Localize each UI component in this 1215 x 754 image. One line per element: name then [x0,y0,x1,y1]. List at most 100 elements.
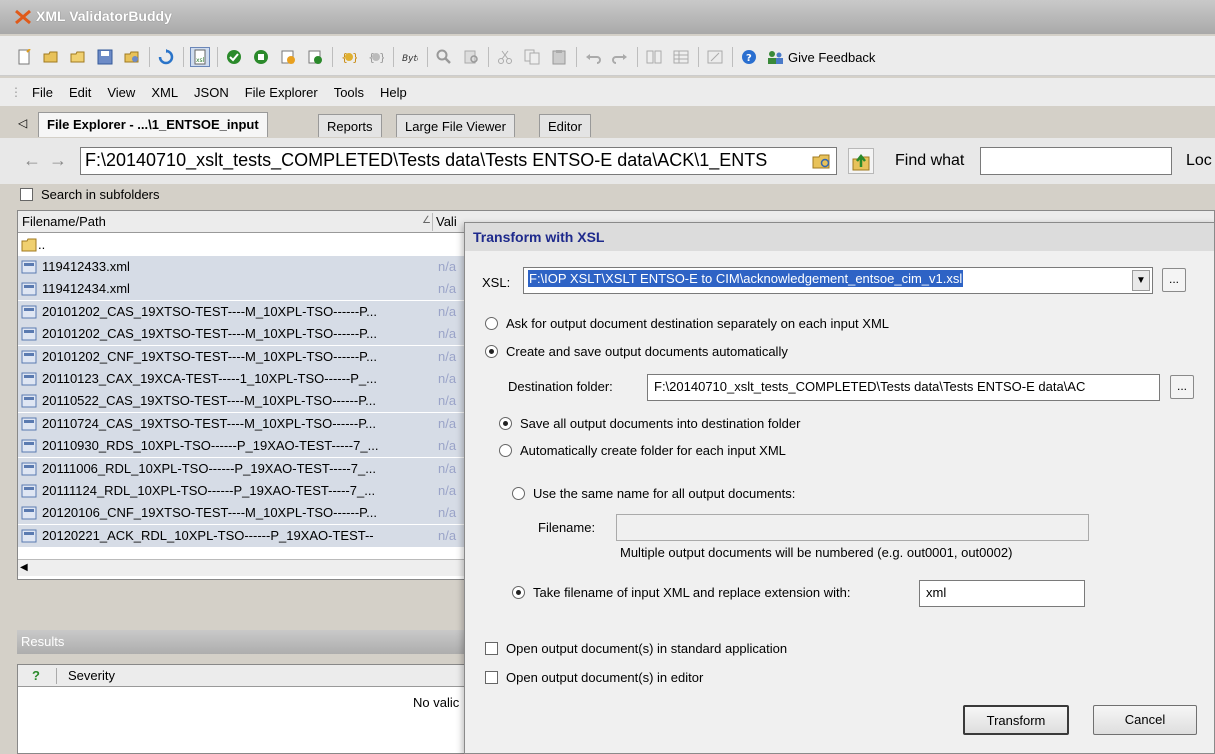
xml-file-icon [21,327,37,341]
open-standard-checkbox[interactable] [485,642,498,655]
table-icon[interactable] [671,47,691,67]
forward-arrow-icon[interactable]: → [48,149,68,173]
file-row[interactable]: 20110724_CAS_19XTSO-TEST----M_10XPL-TSO-… [18,412,468,435]
copy-icon[interactable] [522,47,542,67]
destination-browse-button[interactable]: ... [1170,375,1194,399]
redo-icon[interactable] [610,47,630,67]
menu-view[interactable]: View [107,85,135,100]
xsl-dropdown-arrow-icon[interactable]: ▼ [1132,270,1150,291]
browse-folder-icon[interactable] [811,150,833,172]
back-arrow-icon[interactable]: ← [22,149,42,173]
refresh-icon[interactable] [156,47,176,67]
undo-icon[interactable] [583,47,603,67]
column-separator[interactable] [56,668,57,684]
cancel-button[interactable]: Cancel [1093,705,1197,735]
menu-edit[interactable]: Edit [69,85,91,100]
byte-icon[interactable]: Byte [400,47,420,67]
menu-xml[interactable]: XML [151,85,178,100]
file-row[interactable]: 119412434.xml n/a [18,278,468,301]
parent-folder-row[interactable]: .. [18,234,468,256]
go-up-folder-icon[interactable] [848,148,874,174]
search-subfolders-option[interactable]: Search in subfolders [20,185,160,203]
option-open-editor[interactable]: Open output document(s) in editor [485,670,703,685]
column-separator[interactable] [432,213,433,231]
column-valid[interactable]: Vali [436,214,457,229]
menu-file[interactable]: File [32,85,53,100]
tab-scroll-left-icon[interactable]: ◁ [18,116,27,130]
scroll-left-icon[interactable]: ◀ [20,562,28,573]
search-icon[interactable] [434,47,454,67]
xml-file-icon [21,350,37,364]
transform-button[interactable]: Transform [963,705,1069,735]
paste-icon[interactable] [549,47,569,67]
find-what-input[interactable] [980,147,1172,175]
tab-large-file-viewer[interactable]: Large File Viewer [396,114,515,137]
save-all-icon[interactable] [122,47,142,67]
create-folder-radio[interactable] [499,444,512,457]
wellformed-disabled-icon[interactable]: {} [366,47,386,67]
auto-save-radio[interactable] [485,345,498,358]
search-subfolders-checkbox[interactable] [20,187,33,201]
validate-icon[interactable] [224,47,244,67]
file-row[interactable]: 20110522_CAS_19XTSO-TEST----M_10XPL-TSO-… [18,390,468,413]
option-ask-destination[interactable]: Ask for output document destination sepa… [485,316,889,331]
cut-icon[interactable] [495,47,515,67]
column-filename[interactable]: Filename/Path [22,214,106,229]
xsl-browse-button[interactable]: ... [1162,268,1186,292]
open-folder-icon[interactable] [68,47,88,67]
give-feedback-button[interactable]: Give Feedback [766,49,875,65]
ask-destination-radio[interactable] [485,317,498,330]
extension-input[interactable]: xml [919,580,1085,607]
file-row[interactable]: 20111124_RDL_10XPL-TSO------P_19XAO-TEST… [18,480,468,502]
xsl-transform-icon[interactable]: xsl [190,47,210,67]
validate-batch-icon[interactable] [278,47,298,67]
find-replace-icon[interactable] [461,47,481,67]
option-take-filename[interactable]: Take filename of input XML and replace e… [512,585,850,600]
file-row[interactable]: 20110123_CAX_19XCA-TEST-----1_10XPL-TSO-… [18,368,468,390]
file-name: 20111006_RDL_10XPL-TSO------P_19XAO-TEST… [42,460,377,476]
destination-folder-input[interactable]: F:\20140710_xslt_tests_COMPLETED\Tests d… [647,374,1160,401]
new-file-icon[interactable] [14,47,34,67]
save-icon[interactable] [95,47,115,67]
menu-json[interactable]: JSON [194,85,229,100]
file-row[interactable]: 20101202_CAS_19XTSO-TEST----M_10XPL-TSO-… [18,300,468,323]
file-row[interactable]: 20120106_CNF_19XTSO-TEST----M_10XPL-TSO-… [18,502,468,525]
option-open-standard[interactable]: Open output document(s) in standard appl… [485,641,787,656]
file-row[interactable]: 20111006_RDL_10XPL-TSO------P_19XAO-TEST… [18,457,468,480]
open-standard-label: Open output document(s) in standard appl… [506,641,788,656]
tab-reports[interactable]: Reports [318,114,382,137]
save-all-radio[interactable] [499,417,512,430]
compare-icon[interactable] [644,47,664,67]
tab-file-explorer[interactable]: File Explorer - ...\1_ENTSOE_input [38,112,268,137]
column-severity[interactable]: Severity [68,668,115,683]
horizontal-scrollbar[interactable]: ◀ [18,559,468,576]
option-save-all[interactable]: Save all output documents into destinati… [499,416,800,431]
validate-folder-icon[interactable] [305,47,325,67]
file-valid-status: n/a [438,527,457,543]
open-editor-checkbox[interactable] [485,671,498,684]
tab-editor[interactable]: Editor [539,114,591,137]
take-filename-radio[interactable] [512,586,525,599]
file-row[interactable]: 20101202_CNF_19XTSO-TEST----M_10XPL-TSO-… [18,345,468,368]
option-auto-save[interactable]: Create and save output documents automat… [485,344,788,359]
menu-tools[interactable]: Tools [334,85,364,100]
column-status[interactable]: ? [32,668,40,683]
file-row[interactable]: 20110930_RDS_10XPL-TSO------P_19XAO-TEST… [18,435,468,458]
help-icon[interactable]: ? [739,47,759,67]
open-file-icon[interactable] [41,47,61,67]
validate-schema-icon[interactable] [251,47,271,67]
file-row[interactable]: 20120221_ACK_RDL_10XPL-TSO------P_19XAO-… [18,524,468,547]
path-input[interactable]: F:\20140710_xslt_tests_COMPLETED\Tests d… [80,147,837,175]
xsl-path-combobox[interactable]: F:\IOP XSLT\XSLT ENTSO-E to CIM\acknowle… [523,267,1153,294]
xsl-label: XSL: [482,275,511,290]
option-create-folder[interactable]: Automatically create folder for each inp… [499,443,786,458]
same-name-radio[interactable] [512,487,525,500]
file-row[interactable]: 20101202_CAS_19XTSO-TEST----M_10XPL-TSO-… [18,323,468,346]
wellformed-icon[interactable]: {} [339,47,359,67]
file-row[interactable]: 119412433.xml n/a [18,256,468,278]
filename-input[interactable] [616,514,1089,541]
option-same-name[interactable]: Use the same name for all output documen… [512,486,795,501]
menu-help[interactable]: Help [380,85,407,100]
menu-file-explorer[interactable]: File Explorer [245,85,318,100]
comment-icon[interactable] [705,47,725,67]
